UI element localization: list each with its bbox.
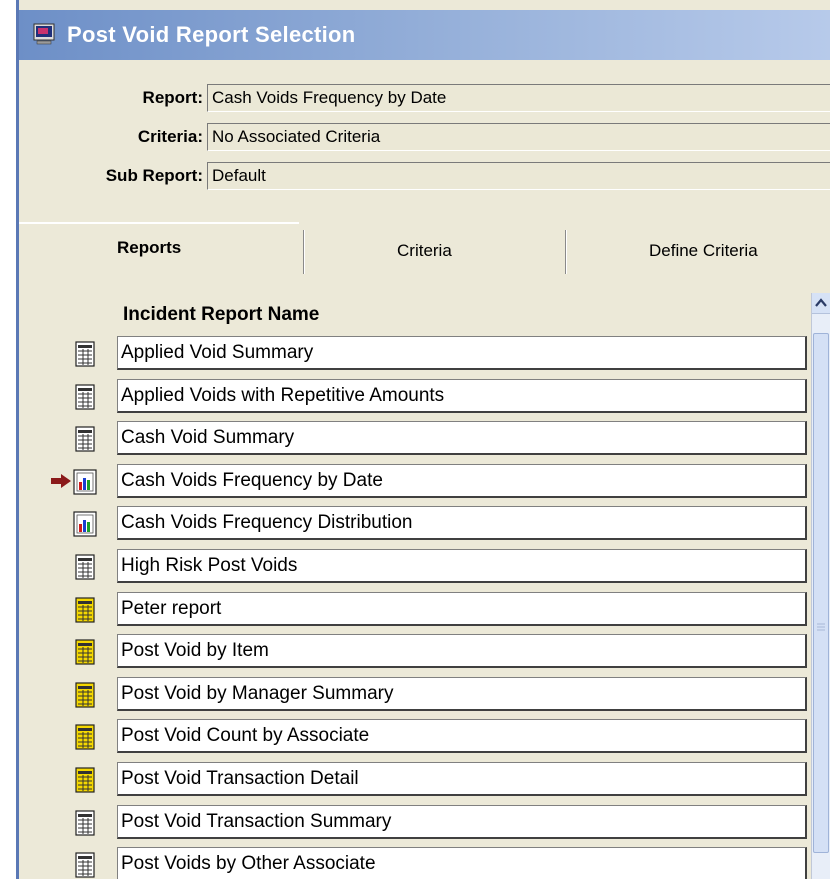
yellow-report-icon xyxy=(75,724,95,750)
sub-report-field: Default xyxy=(207,162,830,190)
sub-report-label: Sub Report: xyxy=(105,166,203,185)
post-void-report-window: Post Void Report Selection Report: Cash … xyxy=(19,0,830,879)
report-row[interactable]: Cash Voids Frequency by Date xyxy=(19,464,809,500)
grip-icon xyxy=(817,623,825,631)
report-name-field[interactable]: Post Void by Manager Summary xyxy=(117,677,807,711)
report-name-field[interactable]: Post Void Transaction Detail xyxy=(117,762,807,796)
gray-report-icon xyxy=(75,852,95,878)
scroll-up-button[interactable] xyxy=(812,293,830,314)
chevron-up-icon xyxy=(815,298,827,307)
report-row[interactable]: Post Void by Manager Summary xyxy=(19,677,809,713)
report-name-field[interactable]: Cash Voids Frequency Distribution xyxy=(117,506,807,540)
report-row[interactable]: Post Voids by Other Associate xyxy=(19,847,809,879)
report-row[interactable]: Peter report xyxy=(19,592,809,628)
vertical-scrollbar[interactable] xyxy=(811,293,830,879)
report-row[interactable]: Post Void by Item xyxy=(19,634,809,670)
yellow-report-icon xyxy=(75,639,95,665)
report-name-field[interactable]: Cash Voids Frequency by Date xyxy=(117,464,807,498)
chart-report-icon xyxy=(73,511,97,537)
chart-report-icon xyxy=(73,469,97,495)
criteria-label: Criteria: xyxy=(137,127,203,146)
report-row[interactable]: Post Void Count by Associate xyxy=(19,719,809,755)
tab-divider xyxy=(303,230,305,274)
gray-report-icon xyxy=(75,426,95,452)
criteria-field: No Associated Criteria xyxy=(207,123,830,151)
incident-report-name-header: Incident Report Name xyxy=(123,304,320,325)
report-name-field[interactable]: Post Void Count by Associate xyxy=(117,719,807,753)
report-label: Report: xyxy=(142,88,203,107)
report-name-field[interactable]: Post Void Transaction Summary xyxy=(117,805,807,839)
report-row[interactable]: Cash Voids Frequency Distribution xyxy=(19,506,809,542)
report-name-field[interactable]: High Risk Post Voids xyxy=(117,549,807,583)
report-row[interactable]: Cash Void Summary xyxy=(19,421,809,457)
yellow-report-icon xyxy=(75,682,95,708)
active-tab-highlight xyxy=(19,222,299,224)
selected-arrow-icon xyxy=(51,474,71,488)
report-name-field[interactable]: Peter report xyxy=(117,592,807,626)
tab-divider xyxy=(565,230,567,274)
app-icon xyxy=(33,23,55,45)
gray-report-icon xyxy=(75,810,95,836)
scroll-thumb[interactable] xyxy=(813,333,829,853)
report-name-field[interactable]: Post Voids by Other Associate xyxy=(117,847,807,879)
tab-strip: Reports Criteria Define Criteria xyxy=(19,222,830,278)
gray-report-icon xyxy=(75,384,95,410)
window-title: Post Void Report Selection xyxy=(67,22,356,47)
report-row[interactable]: High Risk Post Voids xyxy=(19,549,809,585)
report-row[interactable]: Applied Voids with Repetitive Amounts xyxy=(19,379,809,415)
gray-report-icon xyxy=(75,341,95,367)
desktop-strip xyxy=(0,0,16,879)
tab-reports[interactable]: Reports xyxy=(117,238,181,258)
yellow-report-icon xyxy=(75,767,95,793)
report-name-field[interactable]: Applied Voids with Repetitive Amounts xyxy=(117,379,807,413)
report-row[interactable]: Post Void Transaction Summary xyxy=(19,805,809,841)
tab-define-criteria[interactable]: Define Criteria xyxy=(649,241,758,261)
title-bar[interactable]: Post Void Report Selection xyxy=(19,10,830,60)
report-row[interactable]: Post Void Transaction Detail xyxy=(19,762,809,798)
yellow-report-icon xyxy=(75,597,95,623)
report-name-field[interactable]: Cash Void Summary xyxy=(117,421,807,455)
report-row[interactable]: Applied Void Summary xyxy=(19,336,809,372)
report-name-field[interactable]: Applied Void Summary xyxy=(117,336,807,370)
report-field: Cash Voids Frequency by Date xyxy=(207,84,830,112)
tab-criteria[interactable]: Criteria xyxy=(397,241,452,261)
gray-report-icon xyxy=(75,554,95,580)
report-name-field[interactable]: Post Void by Item xyxy=(117,634,807,668)
